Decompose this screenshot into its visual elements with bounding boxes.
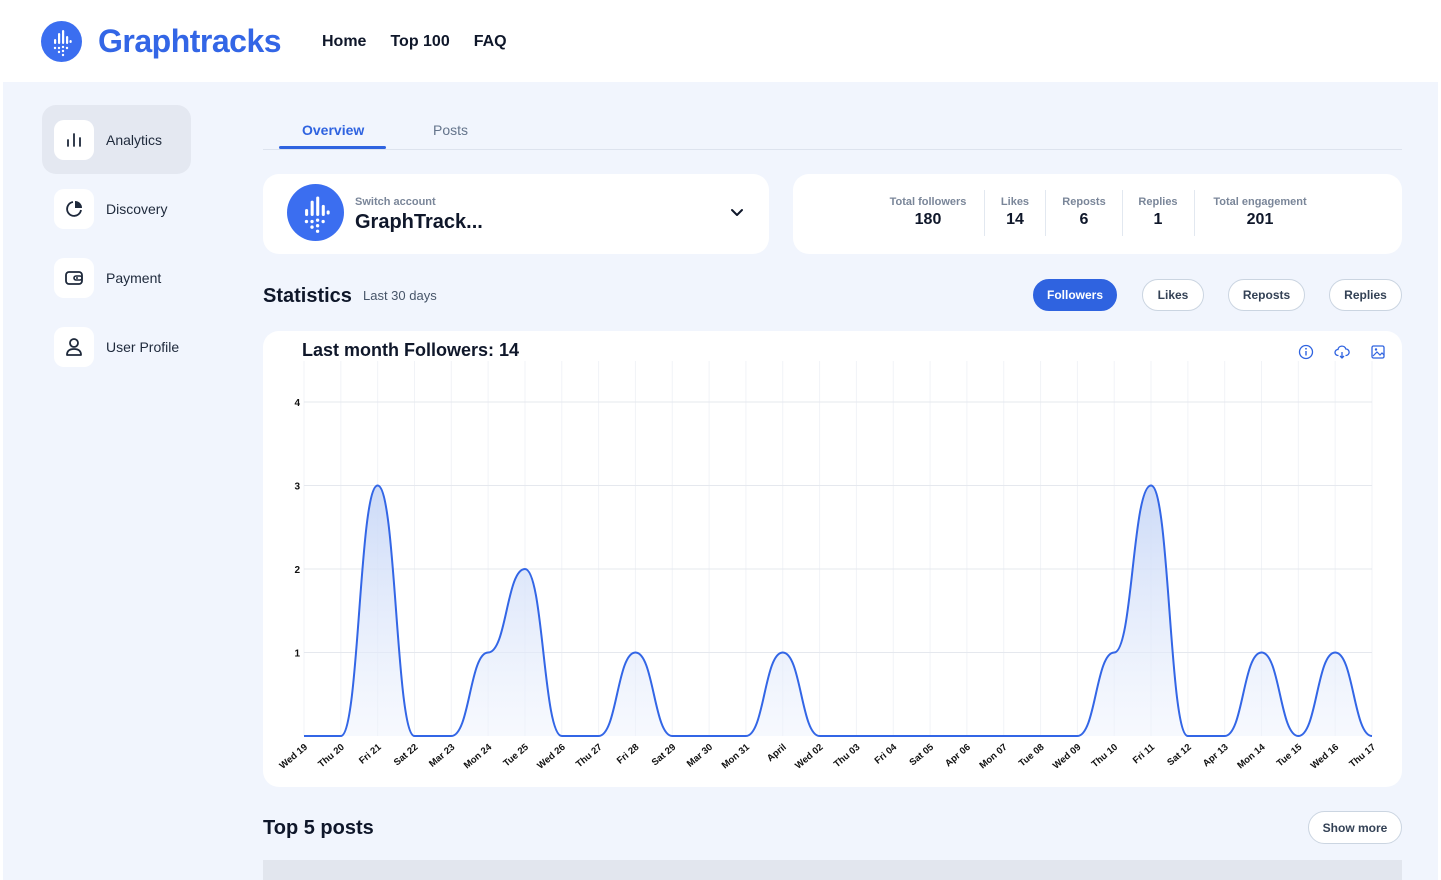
x-tick-label: Apr 06 xyxy=(943,742,973,769)
sidebar-item-label: Analytics xyxy=(106,132,163,148)
followers-area-chart: 1 2 3 4 Wed 19 Thu 20 Fri 21 Sat 22 Mar 23 Mon 24… xyxy=(278,361,1378,772)
filter-followers-button[interactable]: Followers xyxy=(1033,279,1117,311)
x-tick-label: Sat 22 xyxy=(392,742,421,768)
x-tick-label: Wed 19 xyxy=(278,742,310,772)
stat-value: 1 xyxy=(1153,211,1163,228)
nav-faq[interactable]: FAQ xyxy=(474,33,507,51)
filter-likes-button[interactable]: Likes xyxy=(1142,279,1204,311)
divider xyxy=(1194,190,1195,236)
x-tick-label: Mar 23 xyxy=(427,742,457,770)
stat-total-followers: Total followers 180 xyxy=(886,196,970,229)
nav-top-100[interactable]: Top 100 xyxy=(390,33,449,51)
series-area-fill xyxy=(304,485,1372,736)
summary-stats: Total followers 180 Likes 14 Reposts 6 R… xyxy=(793,174,1402,254)
stat-value: 180 xyxy=(914,211,942,228)
filter-reposts-button[interactable]: Reposts xyxy=(1228,279,1305,311)
followers-chart-card: Last month Followers: 14 1 2 3 4 Wed 19 Thu 2… xyxy=(263,331,1402,787)
account-switcher[interactable]: Switch account GraphTrack... xyxy=(263,174,769,254)
nav-home[interactable]: Home xyxy=(322,33,366,51)
x-tick-label: April xyxy=(765,742,789,764)
statistics-title: Statistics xyxy=(263,285,352,307)
x-tick-label: Mar 30 xyxy=(685,742,715,770)
x-tick-label: Wed 16 xyxy=(1309,742,1341,772)
x-tick-label: Sat 29 xyxy=(650,742,679,768)
x-tick-label: Thu 03 xyxy=(832,742,863,770)
divider xyxy=(1045,190,1046,236)
tab-overview[interactable]: Overview xyxy=(302,122,364,138)
wallet-icon xyxy=(54,258,94,298)
sidebar-item-discovery[interactable]: Discovery xyxy=(42,174,191,243)
main-nav: Home Top 100 FAQ xyxy=(322,33,507,51)
brand-name[interactable]: Graphtracks xyxy=(98,23,282,60)
sidebar-item-label: Discovery xyxy=(106,201,168,217)
content-tabs: Overview Posts xyxy=(263,106,1402,150)
stat-label: Total engagement xyxy=(1213,196,1307,208)
stat-reposts: Reposts 6 xyxy=(1059,196,1109,229)
x-tick-label: Fri 28 xyxy=(615,742,641,767)
x-tick-label: Sat 05 xyxy=(907,741,936,768)
switch-account-label: Switch account xyxy=(355,196,436,208)
x-tick-label: Thu 10 xyxy=(1090,742,1121,770)
sidebar-item-analytics[interactable]: Analytics xyxy=(42,105,191,174)
divider xyxy=(1122,190,1123,236)
bar-chart-icon xyxy=(54,120,94,160)
x-tick-label: Wed 09 xyxy=(1051,742,1083,772)
pie-chart-icon xyxy=(54,189,94,229)
x-tick-label: Mon 24 xyxy=(462,741,495,771)
sidebar-item-label: Payment xyxy=(106,270,162,286)
statistics-range: Last 30 days xyxy=(363,288,437,303)
sidebar-item-user-profile[interactable]: User Profile xyxy=(42,312,191,381)
sidebar-item-label: User Profile xyxy=(106,339,180,355)
x-tick-label: Wed 26 xyxy=(535,742,567,772)
x-tick-label: Tue 15 xyxy=(1275,741,1305,769)
series-line-followers xyxy=(304,484,1373,738)
logo-icon[interactable] xyxy=(41,21,82,62)
x-tick-label: Sat 12 xyxy=(1165,742,1194,768)
x-tick-label: Mon 14 xyxy=(1235,741,1268,771)
stat-value: 201 xyxy=(1246,211,1274,228)
stat-label: Replies xyxy=(1138,196,1178,208)
chevron-down-icon[interactable] xyxy=(729,204,745,225)
x-tick-label: Tue 25 xyxy=(501,741,531,769)
x-tick-label: Thu 27 xyxy=(574,742,605,770)
x-tick-label: Thu 17 xyxy=(1347,742,1378,770)
x-tick-label: Thu 20 xyxy=(316,742,347,770)
stat-total-engagement: Total engagement 201 xyxy=(1207,196,1313,229)
x-tick-label: Mon 07 xyxy=(978,742,1010,771)
stat-label: Likes xyxy=(1000,196,1030,208)
x-tick-label: Fri 21 xyxy=(357,741,384,766)
active-tab-indicator xyxy=(279,146,386,149)
divider xyxy=(984,190,985,236)
stat-label: Total followers xyxy=(889,196,967,208)
y-tick-label: 1 xyxy=(294,649,300,660)
y-tick-label: 3 xyxy=(294,482,300,493)
x-tick-label: Wed 02 xyxy=(793,742,825,772)
sidebar-item-payment[interactable]: Payment xyxy=(42,243,191,312)
y-tick-label: 4 xyxy=(294,398,300,409)
top-posts-title: Top 5 posts xyxy=(263,817,374,839)
stat-replies: Replies 1 xyxy=(1135,196,1181,229)
user-icon xyxy=(54,327,94,367)
x-tick-label: Apr 13 xyxy=(1201,742,1231,769)
x-tick-label: Tue 08 xyxy=(1017,742,1047,769)
top-bar: Graphtracks Home Top 100 FAQ xyxy=(0,0,1441,82)
tab-posts[interactable]: Posts xyxy=(433,122,468,138)
x-tick-label: Fri 04 xyxy=(873,741,900,766)
posts-table-header xyxy=(263,860,1402,880)
filter-replies-button[interactable]: Replies xyxy=(1329,279,1402,311)
y-tick-label: 2 xyxy=(294,565,300,576)
stat-label: Reposts xyxy=(1062,196,1106,208)
stat-value: 6 xyxy=(1079,211,1089,228)
stat-likes: Likes 14 xyxy=(996,196,1034,229)
show-more-button[interactable]: Show more xyxy=(1308,811,1402,844)
stat-value: 14 xyxy=(1006,211,1024,228)
x-tick-label: Fri 11 xyxy=(1131,741,1158,766)
account-avatar xyxy=(287,184,344,241)
x-tick-label: Mon 31 xyxy=(720,741,753,771)
account-name: GraphTrack... xyxy=(355,211,483,233)
